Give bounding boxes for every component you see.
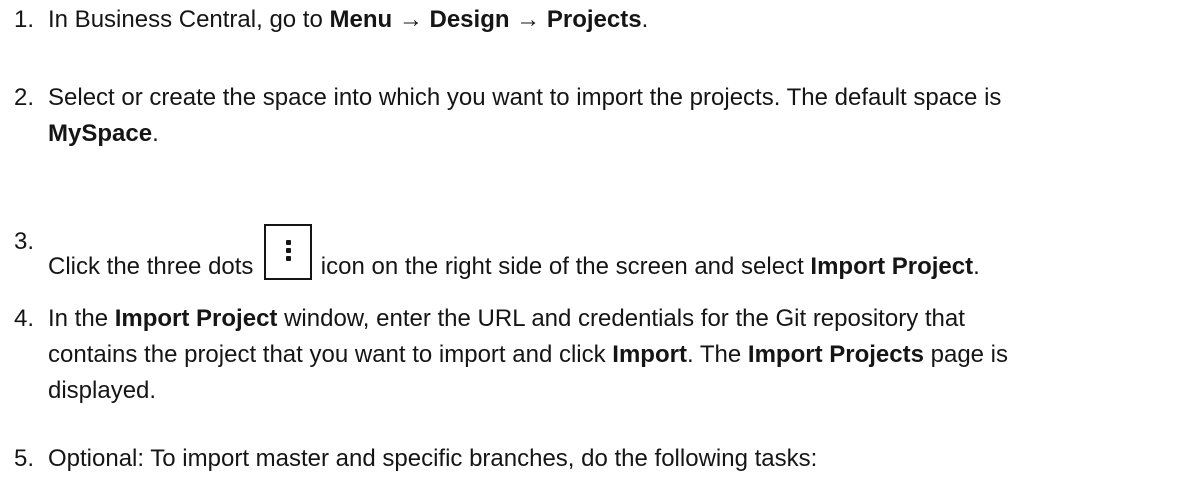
text-run: window, enter the URL and credentials fo… <box>277 305 965 332</box>
step-number: 1. <box>14 6 35 33</box>
step-text: Click the three dots icon on the right s… <box>48 224 1173 285</box>
text-run: . <box>152 120 159 147</box>
step-number: 5. <box>14 445 35 472</box>
arrow: → <box>509 6 547 33</box>
text-run: . The <box>686 341 748 368</box>
step-text: In Business Central, go to Menu → Design… <box>48 2 1173 38</box>
step-text: Optional: To import master and specific … <box>48 445 818 472</box>
text-run: In the <box>48 305 115 332</box>
text-run: . <box>641 6 649 33</box>
step-text: Select or create the space into which yo… <box>48 80 1173 152</box>
text-run: icon on the right side of the screen and… <box>314 253 811 280</box>
import-label: Import <box>612 341 687 368</box>
text-run: In Business Central, go to <box>48 6 330 33</box>
text-run: page is <box>923 341 1009 368</box>
kebab-menu-icon <box>264 224 313 280</box>
text-run: . <box>973 253 980 280</box>
menu-label: Menu <box>329 6 393 33</box>
text-run: Click the three dots <box>48 253 261 280</box>
myspace-label: MySpace <box>48 120 153 147</box>
design-label: Design <box>429 6 510 33</box>
step-number: 4. <box>14 305 35 332</box>
text-run: displayed. <box>48 377 157 404</box>
step-number: 2. <box>14 84 35 111</box>
text-run: contains the project that you want to im… <box>48 341 613 368</box>
step-number: 3. <box>14 228 35 255</box>
text-run: Select or create the space into which yo… <box>48 84 1002 111</box>
import-projects-label: Import Projects <box>747 341 924 368</box>
projects-label: Projects <box>546 6 642 33</box>
import-project-label: Import Project <box>114 305 278 332</box>
step-text: In the Import Project window, enter the … <box>48 301 1173 409</box>
arrow: → <box>392 6 430 33</box>
import-project-label: Import Project <box>810 253 974 280</box>
